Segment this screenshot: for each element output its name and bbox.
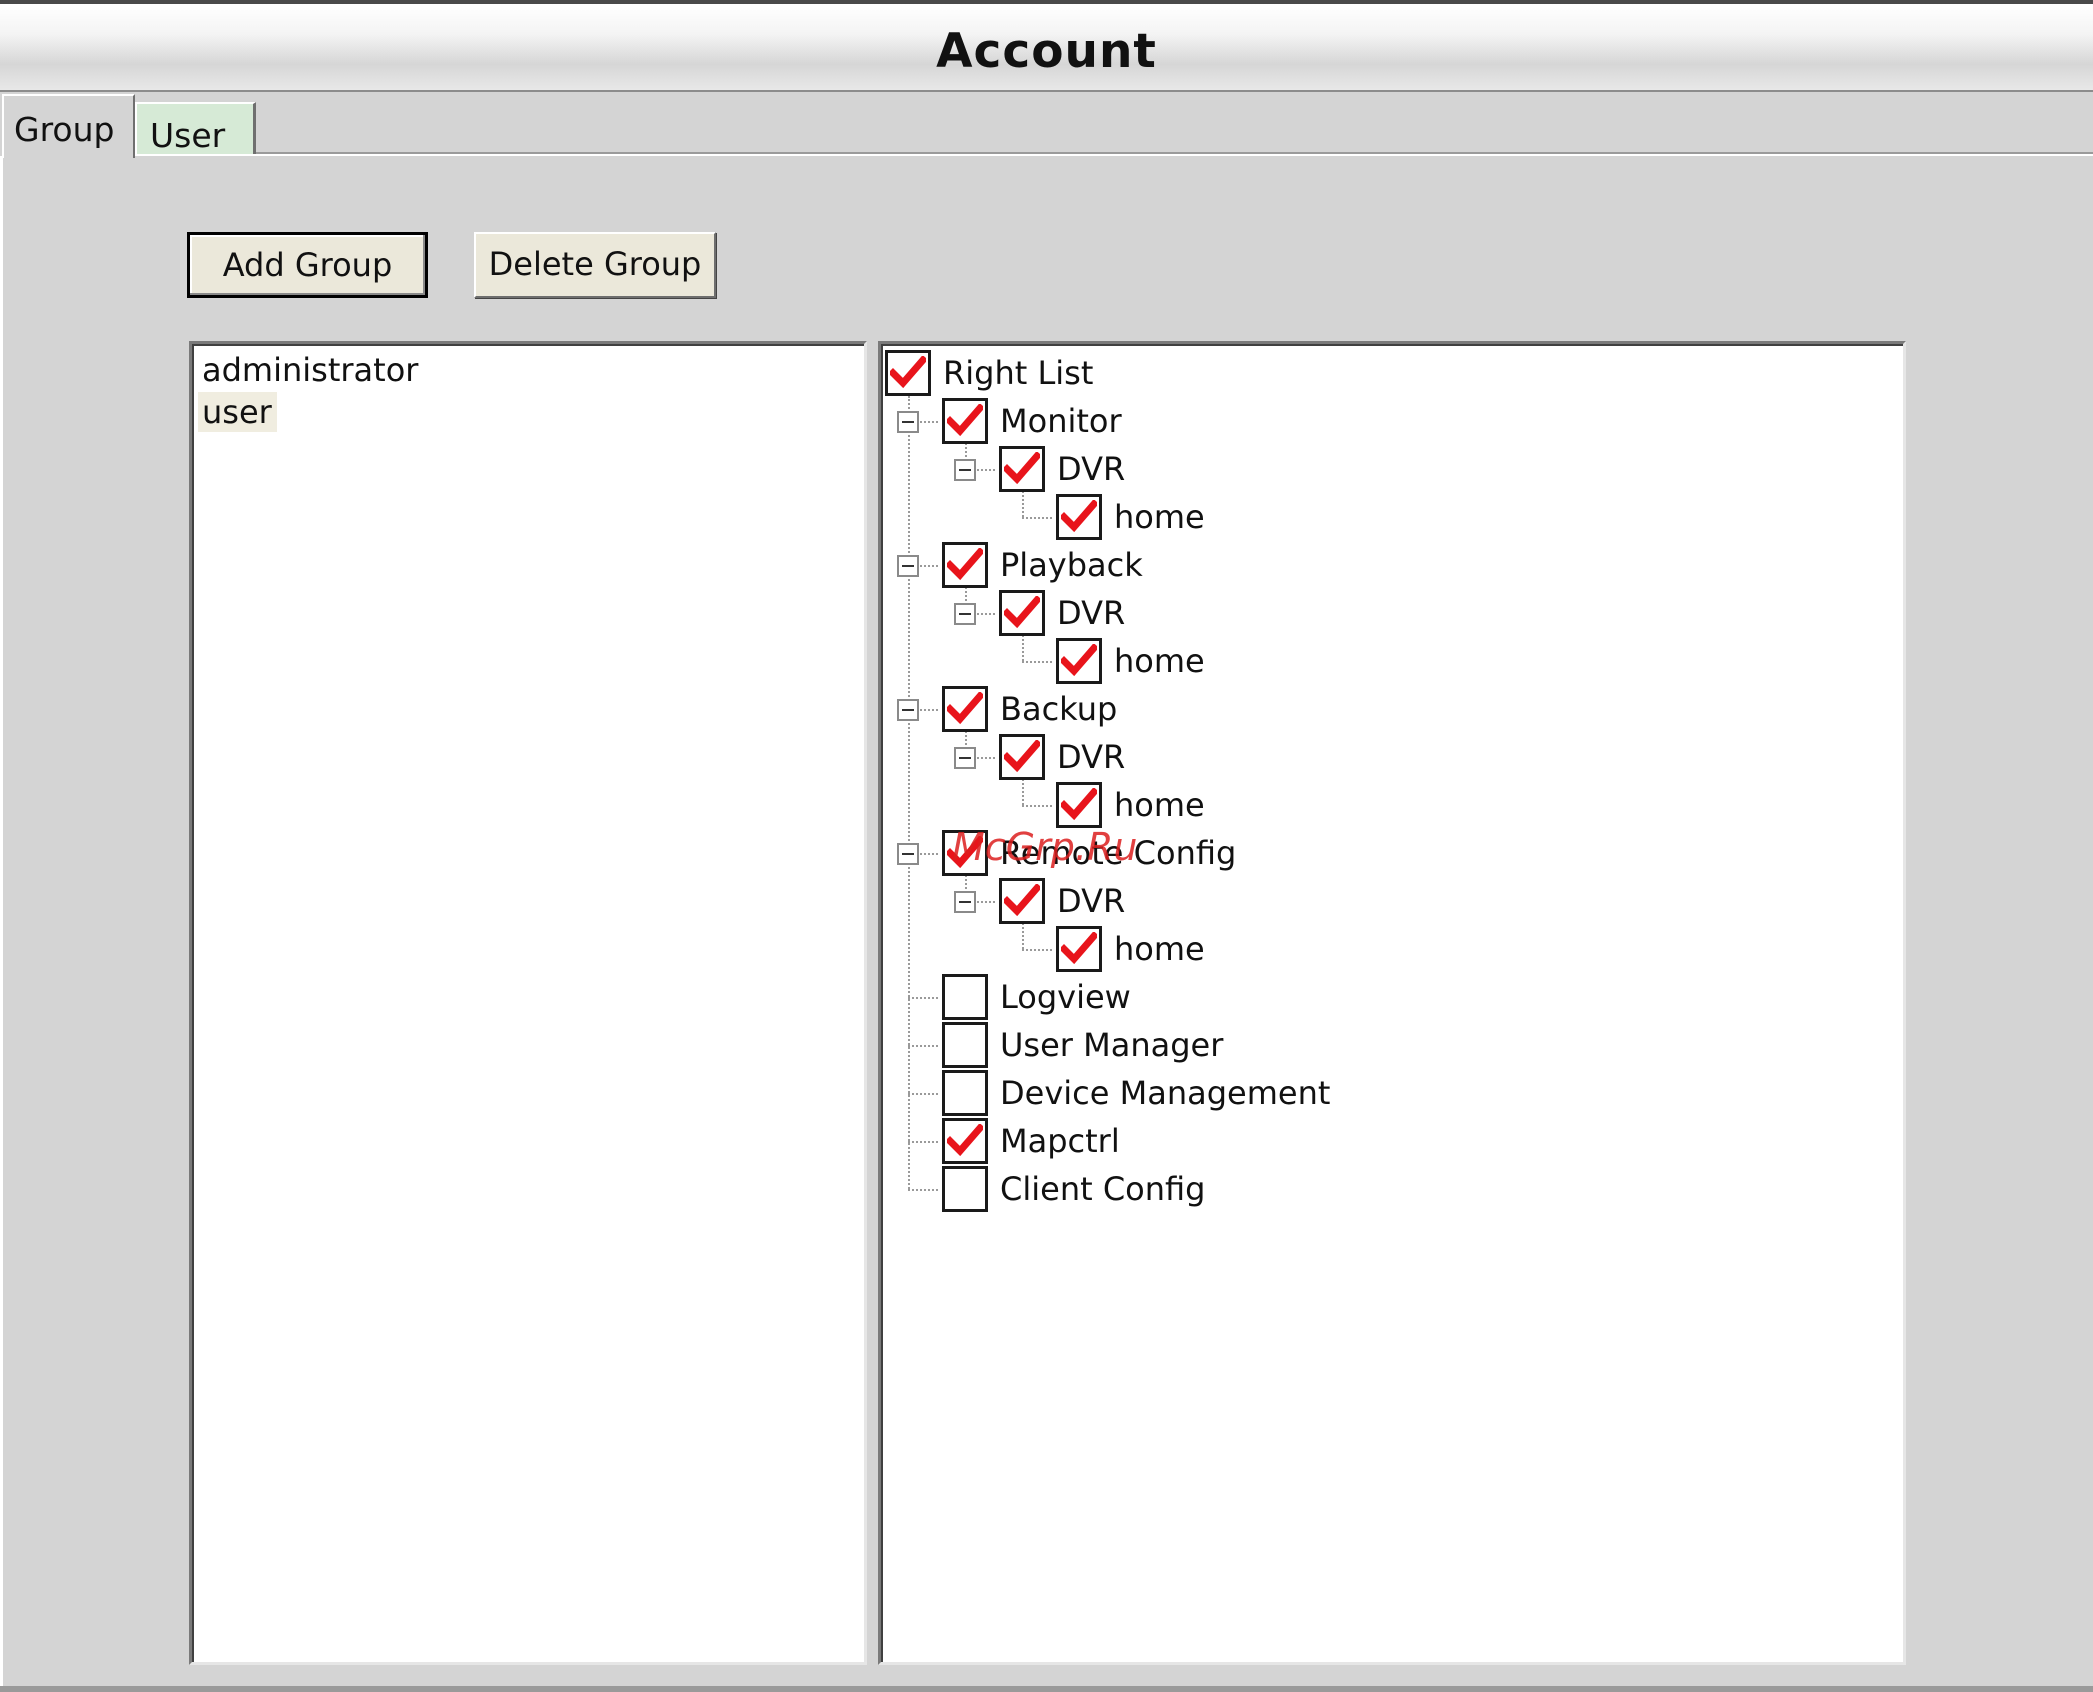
tree-node-checkbox[interactable] [942,830,988,876]
tree-node-label: home [1114,930,1205,968]
tree-node-checkbox[interactable] [999,734,1045,780]
collapse-toggle-icon[interactable] [954,891,976,913]
tree-node-label: home [1114,642,1205,680]
check-mark-icon [890,356,926,389]
tree-node-checkbox[interactable] [1056,494,1102,540]
title-bar: Account [0,0,2093,92]
frame-bottom-edge [0,1686,2093,1692]
tab-strip-line [133,152,2093,156]
check-mark-icon [947,692,983,725]
tree-node-label: DVR [1057,450,1126,488]
tree-node: DVR [881,878,1781,926]
tree-node-checkbox[interactable] [942,1022,988,1068]
group-item-user[interactable]: user [198,392,277,432]
tree-node: Right List [881,350,1781,398]
tree-node: DVR [881,734,1781,782]
tree-node: User Manager [881,1022,1781,1070]
check-mark-icon [947,548,983,581]
collapse-toggle-icon[interactable] [897,411,919,433]
check-mark-icon [1004,452,1040,485]
tree-node-label: DVR [1057,594,1126,632]
tree-node-checkbox[interactable] [942,542,988,588]
tree-node: DVR [881,446,1781,494]
window-title: Account [936,24,1157,79]
tree-node-label: Monitor [1000,402,1122,440]
tree-node: Remote Config [881,830,1781,878]
tree-node-checkbox[interactable] [999,590,1045,636]
tree-node-label: DVR [1057,882,1126,920]
check-mark-icon [1004,884,1040,917]
collapse-toggle-icon[interactable] [897,843,919,865]
tree-node-checkbox[interactable] [942,1070,988,1116]
check-mark-icon [1004,740,1040,773]
check-mark-icon [1004,596,1040,629]
tree-node: Playback [881,542,1781,590]
tree-node-checkbox[interactable] [885,350,931,396]
delete-group-button[interactable]: Delete Group [474,232,716,298]
tree-node-checkbox[interactable] [999,446,1045,492]
tree-node-label: Right List [943,354,1094,392]
tree-node-label: Playback [1000,546,1143,584]
tree-node-checkbox[interactable] [942,1166,988,1212]
tree-node: home [881,638,1781,686]
collapse-toggle-icon[interactable] [897,699,919,721]
tree-node-checkbox[interactable] [942,398,988,444]
collapse-toggle-icon[interactable] [954,459,976,481]
tree-node-label: Logview [1000,978,1131,1016]
collapse-toggle-icon[interactable] [897,555,919,577]
tree-node: Monitor [881,398,1781,446]
tree-node: home [881,494,1781,542]
tree-node-label: Mapctrl [1000,1122,1120,1160]
account-window: Account Group User Add Group Delete Grou… [0,0,2093,1692]
check-mark-icon [947,1124,983,1157]
group-list[interactable]: administrator user [189,341,867,1665]
tab-user[interactable]: User [135,102,256,155]
tab-group[interactable]: Group [2,94,135,158]
tree-node-label: Remote Config [1000,834,1237,872]
tree-node-checkbox[interactable] [942,974,988,1020]
check-mark-icon [1061,788,1097,821]
tree-node: Logview [881,974,1781,1022]
tree-node: home [881,782,1781,830]
tree-node-checkbox[interactable] [942,686,988,732]
collapse-toggle-icon[interactable] [954,747,976,769]
tree-node-checkbox[interactable] [1056,638,1102,684]
tree-node-label: home [1114,498,1205,536]
tree-node: Client Config [881,1166,1781,1214]
check-mark-icon [947,404,983,437]
tree-node: Device Management [881,1070,1781,1118]
tree-node-label: DVR [1057,738,1126,776]
add-group-button[interactable]: Add Group [187,232,428,298]
tree-node-label: User Manager [1000,1026,1224,1064]
tree-node-label: home [1114,786,1205,824]
tree-node: home [881,926,1781,974]
check-mark-icon [1061,932,1097,965]
tree-node: Backup [881,686,1781,734]
tree-node-checkbox[interactable] [999,878,1045,924]
tree-node-label: Device Management [1000,1074,1331,1112]
tree-node: DVR [881,590,1781,638]
frame-left-edge [0,156,3,1692]
check-mark-icon [1061,500,1097,533]
check-mark-icon [1061,644,1097,677]
tree-node-label: Backup [1000,690,1118,728]
tree-node-checkbox[interactable] [1056,782,1102,828]
tree-node-label: Client Config [1000,1170,1206,1208]
rights-tree[interactable]: Right List Monitor DVR home Playback DVR home B… [878,341,1906,1665]
tree-node-checkbox[interactable] [942,1118,988,1164]
collapse-toggle-icon[interactable] [954,603,976,625]
tree-node-checkbox[interactable] [1056,926,1102,972]
group-item-administrator[interactable]: administrator [198,350,423,390]
check-mark-icon [947,836,983,869]
tree-node: Mapctrl [881,1118,1781,1166]
